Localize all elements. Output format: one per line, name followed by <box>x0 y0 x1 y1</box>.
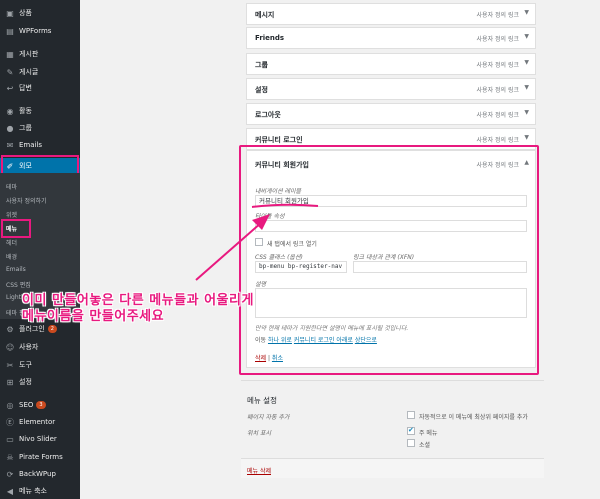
annotation-line-2: 메뉴이름을 만들어주세요 <box>22 309 165 324</box>
annotation-arrow <box>195 203 319 281</box>
